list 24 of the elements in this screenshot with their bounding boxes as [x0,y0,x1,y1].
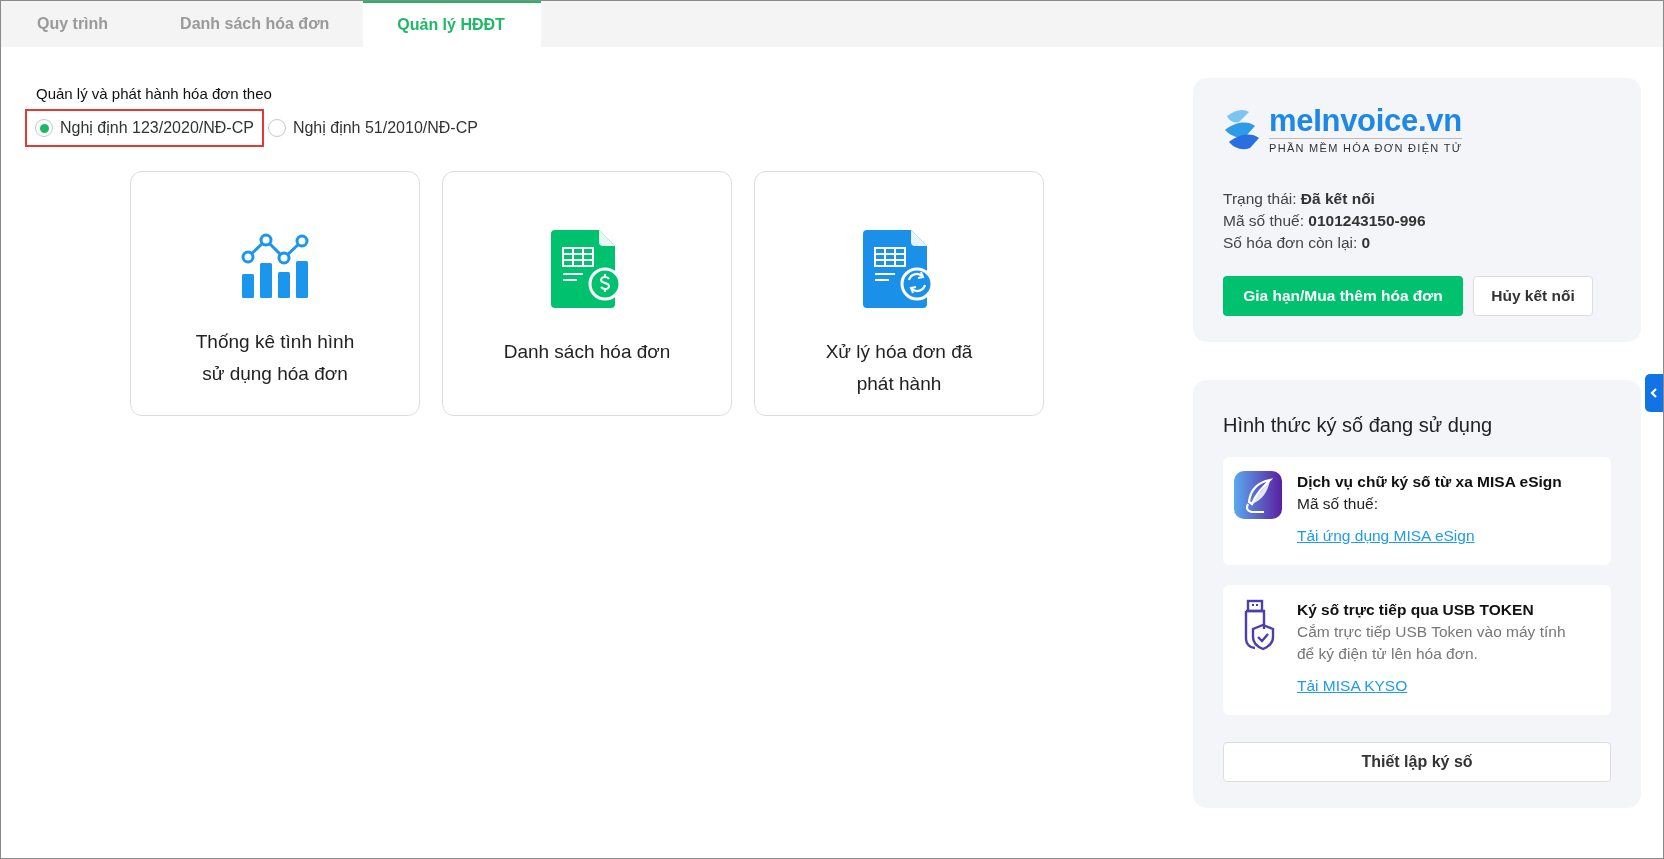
radio-option[interactable]: Nghị định 51/2010/NĐ-CP [265,109,488,147]
feature-card[interactable]: Thống kê tình hình sử dụng hóa đơn [130,171,420,416]
tax-code-label: Mã số thuế: [1297,494,1379,514]
card-title: Danh sách hóa đơn [503,340,671,364]
info-line: Trạng thái: Đã kết nối [1223,189,1376,209]
setup-button[interactable]: Thiết lập ký số [1223,742,1611,782]
brand-name: meInvoice.vn [1269,104,1463,138]
disconnect-button[interactable]: Hủy kết nối [1473,276,1593,316]
card-title: Thống kê tình hình sử dụng hóa đơn [195,330,355,386]
method-title: Ký số trực tiếp qua USB TOKEN [1297,600,1535,620]
method-title: Dịch vụ chữ ký số từ xa MISA eSign [1297,472,1562,492]
brand-tagline: PHẦN MỀM HÓA ĐƠN ĐIỆN TỬ [1269,138,1463,154]
chevron-left-icon [1649,387,1659,399]
info-line: Mã số thuế: 0101243150-996 [1223,211,1427,231]
card-title: Xử lý hóa đơn đã phát hành [825,340,973,396]
section-label: Quản lý và phát hành hóa đơn theo [36,85,273,102]
radio-option[interactable]: Nghị định 123/2020/NĐ-CP [25,109,264,147]
collapse-button[interactable] [1645,374,1663,412]
feature-card[interactable]: Xử lý hóa đơn đã phát hành [754,171,1044,416]
feather-icon [1234,471,1282,519]
feature-card[interactable]: Danh sách hóa đơn [442,171,732,416]
panel-title: Hình thức ký số đang sử dụng [1223,414,1494,437]
method-description: Cắm trực tiếp USB Token vào máy tính để ký điện tử lên hóa đơn. [1297,622,1567,664]
info-line: Số hóa đơn còn lại: 0 [1223,233,1372,253]
